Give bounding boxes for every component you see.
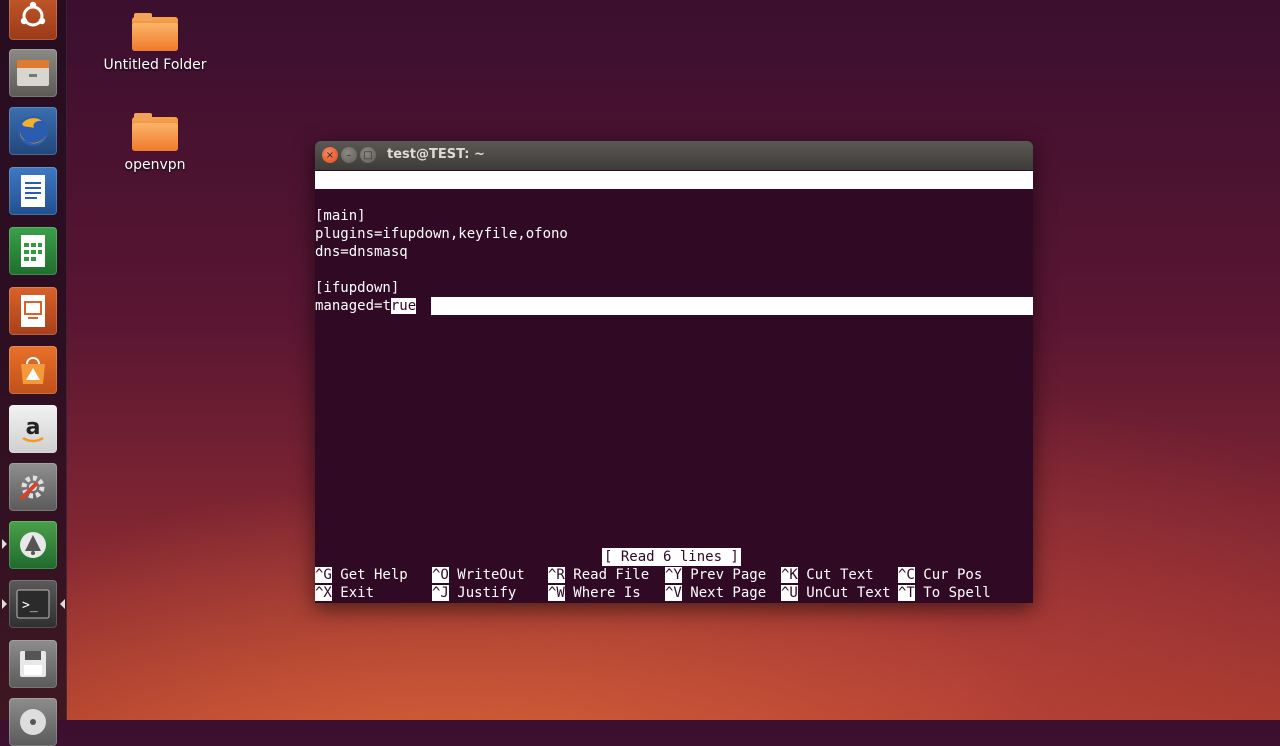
shortcut-label: Cur Pos: [914, 567, 983, 583]
desktop-folder-label: openvpn: [124, 157, 186, 173]
shortcut-label: Prev Page: [681, 567, 767, 583]
shortcut-justify[interactable]: ^J Justify: [432, 584, 516, 602]
shortcut-cut-text[interactable]: ^K Cut Text: [781, 566, 874, 584]
terminal-focused-indicator: [60, 599, 65, 609]
shortcut-key: ^J: [432, 585, 449, 601]
nano-version: GNU nano 2.2.6: [333, 190, 452, 206]
shortcut-to-spell[interactable]: ^T To Spell: [898, 584, 991, 602]
maximize-icon: □: [363, 149, 373, 161]
window-titlebar[interactable]: × – □ test@TEST: ~: [315, 141, 1033, 170]
system-settings-icon[interactable]: [9, 463, 57, 511]
software-center-icon[interactable]: [9, 346, 57, 394]
shortcut-next-page[interactable]: ^V Next Page: [665, 584, 766, 602]
shortcut-label: Get Help: [331, 567, 408, 583]
shortcut-key: ^W: [548, 585, 565, 601]
save-disk-icon[interactable]: [9, 640, 57, 688]
libreoffice-writer-icon[interactable]: [9, 167, 57, 215]
svg-text:>_: >_: [22, 598, 38, 613]
window-title: test@TEST: ~: [387, 147, 485, 162]
shortcut-key: ^Y: [665, 567, 682, 583]
shortcut-label: To Spell: [914, 585, 991, 601]
shortcut-key: ^T: [898, 585, 915, 601]
terminal-window[interactable]: × – □ test@TEST: ~ GNU nano 2.2.6 File: …: [315, 141, 1033, 603]
launcher-active-indicator: [2, 539, 7, 549]
shortcut-read-file[interactable]: ^R Read File: [548, 566, 649, 584]
selected-text: rue: [390, 298, 417, 314]
shortcut-prev-page[interactable]: ^Y Prev Page: [665, 566, 766, 584]
shortcut-label: Cut Text: [797, 567, 874, 583]
desktop-folder-openvpn[interactable]: openvpn: [95, 113, 215, 173]
shortcut-label: Where Is: [564, 585, 641, 601]
shortcut-key: ^G: [315, 567, 332, 583]
libreoffice-calc-icon[interactable]: [9, 227, 57, 275]
shortcut-key: ^O: [432, 567, 449, 583]
ubuntu-dash-icon[interactable]: [9, 0, 57, 40]
software-updater-icon[interactable]: [9, 521, 57, 569]
shortcut-key: ^R: [548, 567, 565, 583]
shortcut-label: WriteOut: [448, 567, 525, 583]
shortcut-label: Justify: [448, 585, 517, 601]
status-message: [ Read 6 lines ]: [602, 548, 741, 566]
maximize-button[interactable]: □: [360, 147, 376, 163]
file-line[interactable]: [main]: [315, 207, 366, 225]
firefox-icon[interactable]: [9, 107, 57, 155]
shortcut-uncut-text[interactable]: ^U UnCut Text: [781, 584, 891, 602]
close-icon: ×: [325, 149, 335, 161]
folder-icon: [132, 13, 178, 51]
file-line[interactable]: [ifupdown]: [315, 279, 399, 297]
files-icon[interactable]: [9, 49, 57, 97]
shortcut-writeout[interactable]: ^O WriteOut: [432, 566, 525, 584]
terminal-running-indicator: [2, 599, 7, 609]
shortcut-label: Exit: [331, 585, 375, 601]
shortcut-key: ^U: [781, 585, 798, 601]
shortcut-exit[interactable]: ^X Exit: [315, 584, 374, 602]
shortcut-key: ^C: [898, 567, 915, 583]
file-line[interactable]: dns=dnsmasq: [315, 243, 408, 261]
text-cursor: t: [382, 298, 391, 314]
shortcut-label: UnCut Text: [797, 585, 891, 601]
shortcut-key: ^X: [315, 585, 332, 601]
minimize-icon: –: [346, 149, 352, 161]
shortcut-label: Read File: [564, 567, 650, 583]
nano-header: GNU nano 2.2.6 File: /etc/NetworkManager…: [315, 171, 1033, 224]
libreoffice-impress-icon[interactable]: [9, 287, 57, 335]
selection-highlight: [431, 297, 1033, 315]
shortcut-key: ^K: [781, 567, 798, 583]
folder-icon: [132, 113, 178, 151]
file-line[interactable]: plugins=ifupdown,keyfile,ofono: [315, 225, 568, 243]
terminal-screen[interactable]: GNU nano 2.2.6 File: /etc/NetworkManager…: [315, 170, 1033, 603]
minimize-button[interactable]: –: [341, 147, 357, 163]
shortcut-key: ^V: [665, 585, 682, 601]
desktop-folder-label: Untitled Folder: [103, 57, 207, 73]
nano-filename: File: /etc/NetworkManager/NetworkManager…: [494, 208, 874, 224]
line-prefix: managed=: [315, 298, 383, 314]
shortcut-label: Next Page: [681, 585, 767, 601]
close-button[interactable]: ×: [322, 147, 338, 163]
amazon-icon[interactable]: a: [9, 405, 57, 453]
shortcut-get-help[interactable]: ^G Get Help: [315, 566, 408, 584]
shortcut-cur-pos[interactable]: ^C Cur Pos: [898, 566, 982, 584]
file-line-editing[interactable]: managed=true: [315, 297, 417, 315]
svg-text:a: a: [26, 415, 41, 440]
desktop-folder-untitled[interactable]: Untitled Folder: [95, 13, 215, 73]
launcher: a >_: [0, 0, 67, 746]
shortcut-where-is[interactable]: ^W Where Is: [548, 584, 641, 602]
dvd-icon[interactable]: [9, 698, 57, 746]
terminal-icon[interactable]: >_: [9, 580, 57, 628]
